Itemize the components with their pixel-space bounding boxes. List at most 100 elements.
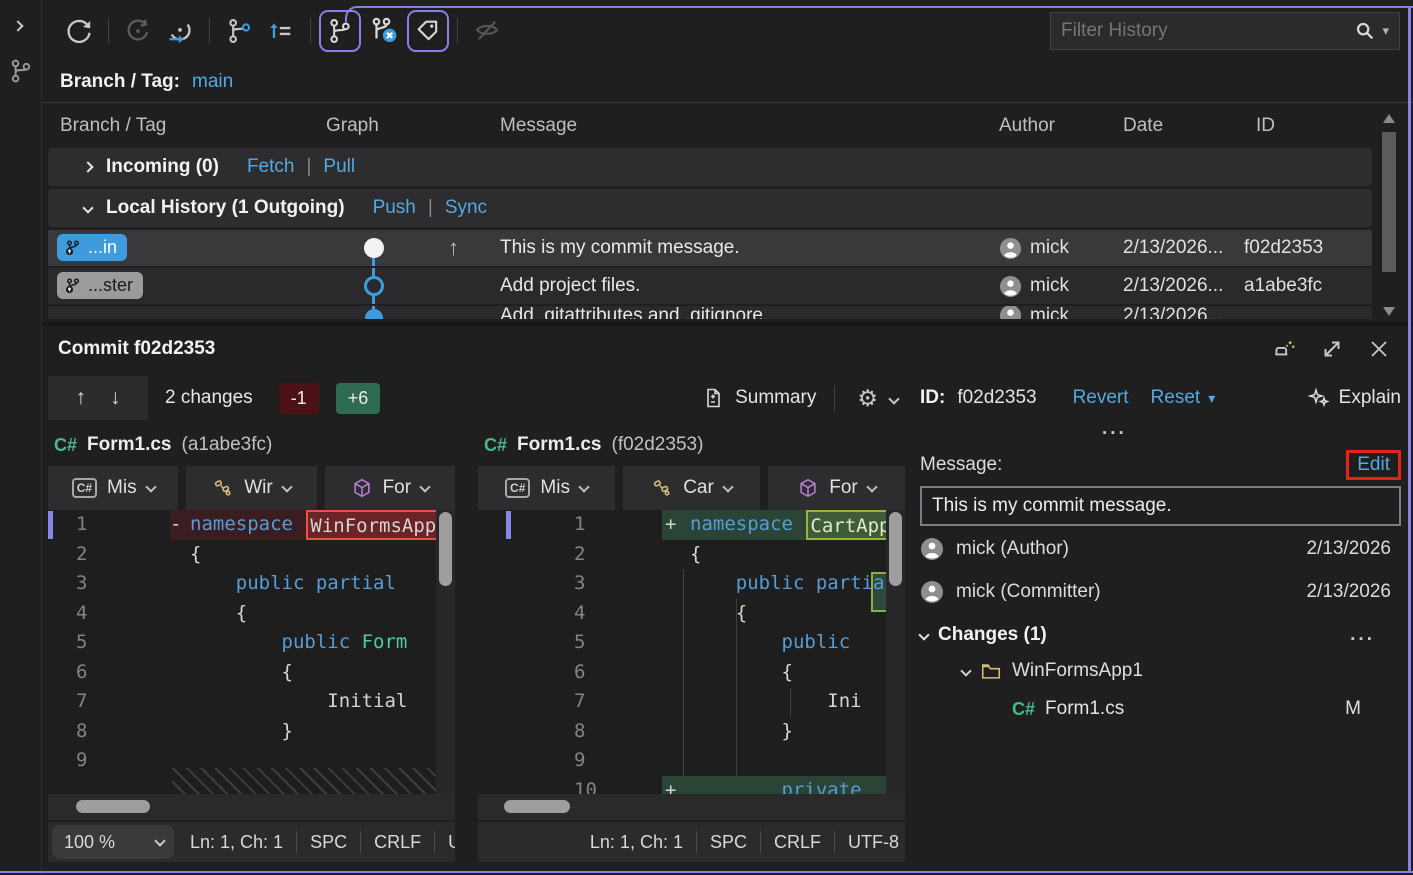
author-cell: mick xyxy=(993,275,1117,298)
commit-message: This is my commit message. xyxy=(486,237,993,259)
commit-row[interactable]: ...in ↑ This is my commit message. mick … xyxy=(48,230,1372,266)
message-label-row: Message: Edit xyxy=(920,450,1401,480)
scrollbar-thumb[interactable] xyxy=(439,512,452,586)
code-line: 6 { xyxy=(478,658,905,688)
show-graph-toggle[interactable] xyxy=(319,10,361,52)
scroll-down-arrow[interactable] xyxy=(1383,307,1395,316)
next-change-button[interactable]: ↓ xyxy=(110,386,121,410)
commit-message-box[interactable]: This is my commit message. xyxy=(920,486,1401,526)
branch-merge-icon[interactable] xyxy=(363,10,405,52)
scroll-up-arrow[interactable] xyxy=(1383,114,1395,123)
pull-icon[interactable] xyxy=(159,10,201,52)
dock-panel-icon[interactable] xyxy=(1271,336,1297,362)
tree-file-row[interactable]: C# Form1.cs M xyxy=(920,698,1401,720)
vertical-scrollbar[interactable] xyxy=(436,510,455,794)
cursor-position[interactable]: Ln: 1, Ch: 1 xyxy=(590,832,683,853)
crumb-project-dropdown[interactable]: C# Mis xyxy=(48,466,178,510)
diff-toolbar: ↑ ↓ 2 changes -1 +6 S xyxy=(42,372,908,424)
chevron-right-icon[interactable] xyxy=(82,161,93,172)
zoom-dropdown[interactable]: 100 % xyxy=(52,825,174,859)
reset-link[interactable]: Reset xyxy=(1151,387,1201,409)
column-header-branch[interactable]: Branch / Tag xyxy=(48,115,320,137)
column-header-graph[interactable]: Graph xyxy=(320,115,430,137)
crumb-project-dropdown[interactable]: C# Mis xyxy=(478,466,615,510)
pull-link[interactable]: Pull xyxy=(323,156,355,178)
line-endings[interactable]: CRLF xyxy=(774,832,821,853)
close-panel-icon[interactable] xyxy=(1367,337,1391,361)
crumb-class-dropdown[interactable]: For xyxy=(768,466,905,510)
fetch-link[interactable]: Fetch xyxy=(247,156,295,178)
scrollbar-thumb[interactable] xyxy=(504,800,570,813)
branch-badge-master[interactable]: ...ster xyxy=(57,272,143,299)
chevron-down-icon xyxy=(866,481,877,492)
crumb-class-dropdown[interactable]: For xyxy=(325,466,455,510)
column-header-message[interactable]: Message xyxy=(486,115,993,137)
branch-badge-main[interactable]: ...in xyxy=(57,234,127,261)
diff-pane-before: C# Form1.cs (a1abe3fc) C# Mis xyxy=(48,424,455,862)
show-tags-toggle[interactable] xyxy=(407,10,449,52)
changes-section-header[interactable]: Changes (1) ... xyxy=(920,624,1401,646)
vertical-scrollbar[interactable] xyxy=(886,510,905,794)
sync-link[interactable]: Sync xyxy=(445,197,487,219)
graph-cell xyxy=(320,268,430,304)
line-endings[interactable]: CRLF xyxy=(374,832,421,853)
filter-history-input[interactable] xyxy=(1061,20,1354,42)
indent-mode[interactable]: SPC xyxy=(310,832,347,853)
horizontal-scrollbar[interactable] xyxy=(48,794,455,820)
chevron-down-icon[interactable] xyxy=(960,665,971,676)
csharp-project-icon: C# xyxy=(505,478,530,498)
horizontal-scrollbar[interactable] xyxy=(478,794,905,820)
fetch-icon-disabled xyxy=(117,10,159,52)
tree-folder-row[interactable]: WinFormsApp1 xyxy=(920,660,1401,682)
chevron-down-icon[interactable] xyxy=(918,629,929,640)
explain-button[interactable]: Explain xyxy=(1307,386,1401,410)
avatar-icon xyxy=(920,537,944,561)
code-editor-before[interactable]: 1-namespace WinFormsApp12 {3 public part… xyxy=(48,510,455,794)
indent-mode[interactable]: SPC xyxy=(710,832,747,853)
file-header-after: C# Form1.cs (f02d2353) xyxy=(478,424,905,466)
column-header-id[interactable]: ID xyxy=(1242,115,1372,137)
summary-button[interactable]: Summary xyxy=(691,380,826,416)
crumb-namespace-dropdown[interactable]: Car xyxy=(623,466,760,510)
edit-link[interactable]: Edit xyxy=(1357,454,1390,475)
git-history-pane: ▾ Branch / Tag: main Branch / Tag Graph … xyxy=(42,0,1413,875)
history-scrollbar[interactable] xyxy=(1379,110,1399,322)
scrollbar-thumb[interactable] xyxy=(889,512,902,586)
search-icon[interactable] xyxy=(1354,20,1376,42)
revert-link[interactable]: Revert xyxy=(1073,387,1129,409)
encoding[interactable]: UTF xyxy=(448,832,455,853)
changes-overflow-dots[interactable]: ... xyxy=(1350,624,1375,646)
prev-change-button[interactable]: ↑ xyxy=(76,386,87,410)
commit-row-partial[interactable]: Add .gitattributes and .gitignore. mick … xyxy=(48,306,1372,319)
code-line: 7 Initial xyxy=(48,687,455,717)
encoding[interactable]: UTF-8 xyxy=(848,832,899,853)
branch-compare-icon[interactable] xyxy=(218,10,260,52)
reset-dropdown-caret[interactable]: ▾ xyxy=(1208,390,1215,407)
push-link[interactable]: Push xyxy=(373,197,416,219)
cursor-position[interactable]: Ln: 1, Ch: 1 xyxy=(190,832,283,853)
scrollbar-thumb[interactable] xyxy=(1382,132,1396,272)
crumb-namespace-dropdown[interactable]: Wir xyxy=(186,466,316,510)
column-header-date[interactable]: Date xyxy=(1117,115,1242,137)
code-line: 8 } xyxy=(48,717,455,747)
column-header-author[interactable]: Author xyxy=(993,115,1117,137)
badge-label: ...in xyxy=(88,237,117,258)
incoming-section-row[interactable]: Incoming (0) Fetch | Pull xyxy=(48,148,1372,186)
chevron-down-icon[interactable] xyxy=(888,393,899,404)
expand-panel-icon[interactable] xyxy=(12,20,23,31)
refresh-icon[interactable] xyxy=(58,10,100,52)
commit-row[interactable]: ...ster Add project files. mick 2/13/202… xyxy=(48,268,1372,304)
local-history-section-row[interactable]: Local History (1 Outgoing) Push | Sync xyxy=(48,189,1372,227)
search-options-caret[interactable]: ▾ xyxy=(1382,23,1389,39)
chevron-down-icon xyxy=(578,481,589,492)
scrollbar-thumb[interactable] xyxy=(76,800,150,813)
expand-panel-icon[interactable] xyxy=(1319,336,1345,362)
chevron-down-icon[interactable] xyxy=(82,202,93,213)
git-branch-icon[interactable] xyxy=(8,58,34,84)
history-table: Branch / Tag Graph Message Author Date I… xyxy=(48,104,1413,322)
code-editor-after[interactable]: 1+namespace CartApp2 {3 public partial4 … xyxy=(478,510,905,794)
gear-icon[interactable]: ⚙ xyxy=(857,385,878,412)
overflow-dots[interactable]: ... xyxy=(1102,424,1401,442)
current-branch-link[interactable]: main xyxy=(192,71,233,93)
unstage-list-icon[interactable] xyxy=(260,10,302,52)
